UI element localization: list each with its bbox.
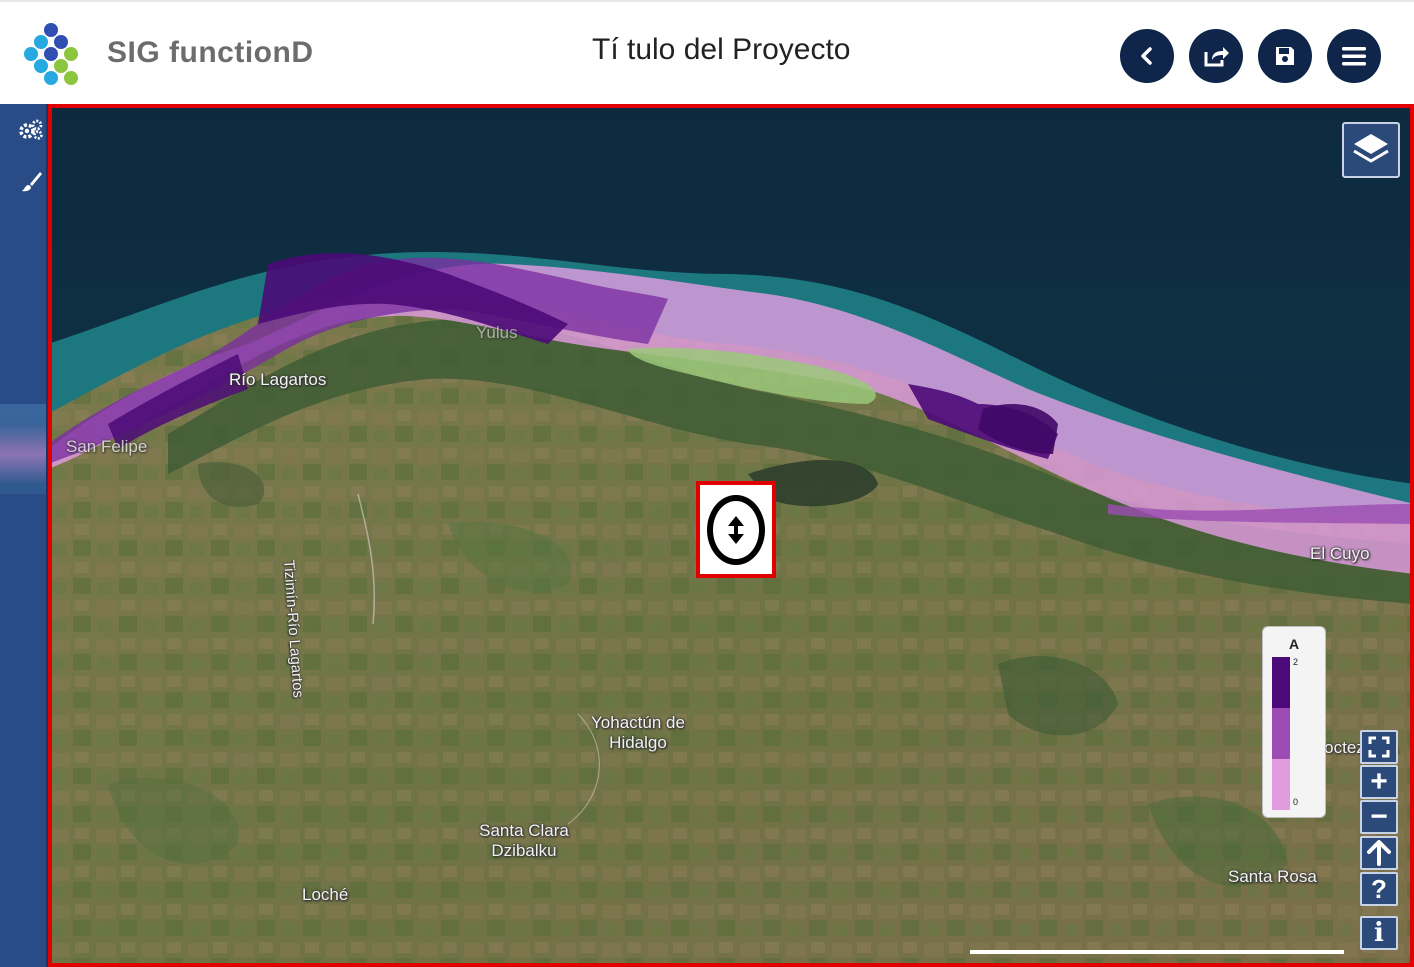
scale-bar — [970, 950, 1344, 954]
place-label: El Cuyo — [1310, 544, 1370, 563]
legend-swatch-low — [1272, 759, 1290, 810]
place-label: Santa Rosa — [1228, 867, 1317, 886]
back-button[interactable] — [1120, 29, 1174, 83]
legend-swatch-high — [1272, 657, 1290, 708]
zoom-out-button[interactable]: − — [1360, 800, 1398, 834]
place-label: San Felipe — [66, 437, 148, 456]
legend-title: A — [1288, 636, 1300, 652]
layers-icon — [1353, 134, 1389, 163]
zone-overflow-edge — [0, 424, 46, 484]
settings-tool[interactable] — [16, 116, 46, 144]
floppy-disk-icon — [1276, 47, 1294, 65]
center-drag-handle[interactable] — [696, 481, 776, 578]
sigfunctiond-logo — [24, 23, 78, 85]
app-header: SIG functionD Tí tulo del Proyecto — [0, 0, 1414, 104]
share-button[interactable] — [1189, 29, 1243, 83]
zoom-in-button[interactable]: + — [1360, 765, 1398, 799]
project-title[interactable]: Tí tulo del Proyecto — [592, 33, 850, 67]
center-oval — [707, 494, 765, 565]
fullscreen-button[interactable] — [1360, 730, 1398, 764]
place-label: Loché — [302, 885, 349, 904]
legend-swatch-medium — [1272, 708, 1290, 759]
layers-button[interactable] — [1342, 122, 1400, 178]
share-icon — [1204, 47, 1229, 67]
chevron-left-icon — [1141, 47, 1152, 65]
vertical-arrows-icon — [728, 515, 744, 544]
tool-sidebar — [0, 104, 50, 967]
place-label: Río Lagartos — [229, 370, 327, 389]
paintbrush-icon — [22, 172, 42, 192]
legend-max-label: 2 — [1293, 657, 1299, 667]
map-legend: A 2 0 — [1262, 626, 1326, 818]
north-button[interactable] — [1360, 836, 1398, 870]
legend-min-label: 0 — [1293, 797, 1299, 807]
hamburger-menu-icon — [1342, 47, 1366, 66]
gears-icon — [19, 119, 43, 140]
place-label: Santa Clara Dzibalku — [479, 821, 569, 860]
brand-name: SIG functionD — [107, 36, 314, 69]
menu-button[interactable] — [1327, 29, 1381, 83]
help-button[interactable]: ? — [1360, 872, 1398, 906]
fullscreen-icon — [1368, 736, 1390, 758]
place-label: Yohactún de Hidalgo — [591, 713, 685, 752]
place-label: Yulus — [476, 323, 518, 342]
info-button[interactable]: i — [1360, 916, 1398, 950]
arrow-up-icon — [1367, 840, 1391, 866]
save-button[interactable] — [1258, 29, 1312, 83]
style-tool[interactable] — [16, 168, 46, 196]
